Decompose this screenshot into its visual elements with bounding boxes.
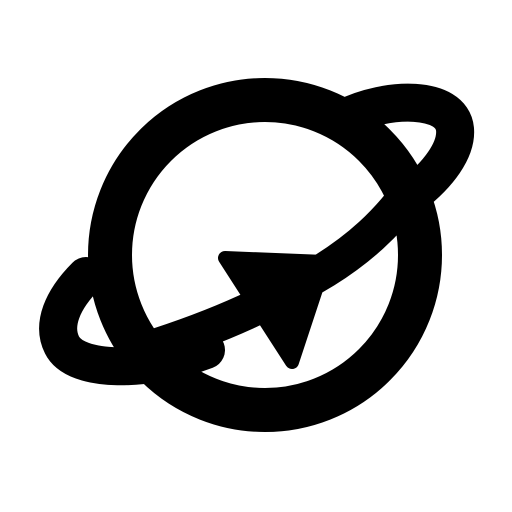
icon-canvas — [0, 0, 512, 512]
planet-orbit-arrow-icon — [39, 78, 475, 432]
